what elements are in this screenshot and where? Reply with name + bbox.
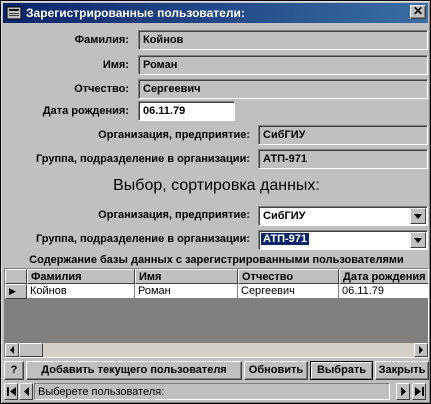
row-indicator-icon: ▶ bbox=[5, 284, 27, 299]
action-buttons: ? Добавить текущего пользователя Обновит… bbox=[4, 361, 429, 380]
filter-group-select[interactable]: АТП-971 bbox=[258, 230, 428, 250]
chevron-down-icon bbox=[414, 238, 422, 243]
nav-first-button[interactable] bbox=[4, 383, 18, 400]
grid-title: Содержание базы данных с зарегистрирован… bbox=[4, 254, 429, 268]
last-record-icon bbox=[415, 387, 424, 396]
org-label: Организация, предприятие: bbox=[98, 129, 250, 141]
column-header-patronymic[interactable]: Отчество bbox=[238, 269, 339, 284]
next-record-icon bbox=[401, 387, 406, 396]
window-close-button[interactable]: ✕ bbox=[410, 5, 426, 19]
previous-record-icon bbox=[24, 387, 29, 396]
first-record-icon bbox=[7, 387, 16, 396]
close-icon: ✕ bbox=[412, 4, 424, 18]
users-window: Зарегистрированные пользователи: ✕ Фамил… bbox=[0, 0, 431, 404]
cell-patronymic[interactable]: Сергеевич bbox=[238, 284, 339, 299]
patronymic-label: Отчество: bbox=[74, 83, 129, 95]
add-user-button[interactable]: Добавить текущего пользователя bbox=[26, 361, 242, 380]
cell-surname[interactable]: Койнов bbox=[27, 284, 135, 299]
help-button[interactable]: ? bbox=[4, 361, 24, 380]
filter-org-value: СибГИУ bbox=[263, 210, 306, 222]
patronymic-field[interactable]: Сергеевич bbox=[138, 79, 428, 99]
surname-field[interactable]: Койнов bbox=[138, 30, 428, 50]
filter-org-select[interactable]: СибГИУ bbox=[258, 206, 428, 226]
cell-name[interactable]: Роман bbox=[135, 284, 238, 299]
column-header-name[interactable]: Имя bbox=[135, 269, 238, 284]
window-title: Зарегистрированные пользователи: bbox=[26, 6, 245, 20]
nav-prev-button[interactable] bbox=[19, 383, 33, 400]
nav-next-button[interactable] bbox=[396, 383, 410, 400]
scroll-left-button[interactable] bbox=[5, 343, 19, 357]
status-bar: Выберете пользователя: bbox=[4, 382, 429, 401]
table-row[interactable]: ▶ Койнов Роман Сергеевич 06.11.79 bbox=[5, 284, 428, 299]
arrow-left-icon bbox=[10, 346, 14, 354]
status-text: Выберете пользователя: bbox=[34, 383, 390, 400]
title-bar[interactable]: Зарегистрированные пользователи: ✕ bbox=[3, 3, 428, 23]
org-field[interactable]: СибГИУ bbox=[258, 125, 428, 145]
group-label: Группа, подразделение в организации: bbox=[35, 153, 250, 165]
users-grid[interactable]: Фамилия Имя Отчество Дата рождения ▶ Кой… bbox=[4, 268, 429, 358]
grid-header: Фамилия Имя Отчество Дата рождения bbox=[5, 269, 428, 284]
close-button[interactable]: Закрыть bbox=[375, 361, 429, 380]
nav-last-button[interactable] bbox=[412, 383, 426, 400]
filter-group-dropdown-button[interactable] bbox=[410, 232, 426, 248]
column-header-surname[interactable]: Фамилия bbox=[27, 269, 135, 284]
birthdate-field[interactable]: 06.11.79 bbox=[138, 101, 235, 121]
refresh-button[interactable]: Обновить bbox=[244, 361, 308, 380]
cell-birthdate[interactable]: 06.11.79 bbox=[339, 284, 428, 299]
column-header-birthdate[interactable]: Дата рождения bbox=[339, 269, 428, 284]
horizontal-scrollbar[interactable] bbox=[5, 343, 428, 357]
filter-group-label: Группа, подразделение в организации: bbox=[35, 233, 250, 245]
chevron-down-icon bbox=[414, 214, 422, 219]
grid-corner bbox=[5, 269, 27, 284]
name-label: Имя: bbox=[102, 59, 129, 71]
select-button[interactable]: Выбрать bbox=[310, 361, 373, 380]
name-field[interactable]: Роман bbox=[138, 55, 428, 75]
birthdate-label: Дата рождения: bbox=[42, 105, 129, 117]
scroll-right-button[interactable] bbox=[414, 343, 428, 357]
group-field[interactable]: АТП-971 bbox=[258, 149, 428, 169]
filter-org-dropdown-button[interactable] bbox=[410, 208, 426, 224]
filter-org-label: Организация, предприятие: bbox=[98, 209, 250, 221]
scroll-thumb[interactable] bbox=[19, 343, 43, 357]
surname-label: Фамилия: bbox=[74, 34, 129, 46]
window-app-icon bbox=[6, 5, 22, 21]
selection-heading: Выбор, сортировка данных: bbox=[113, 177, 320, 194]
filter-group-value: АТП-971 bbox=[261, 233, 310, 245]
arrow-right-icon bbox=[419, 346, 423, 354]
